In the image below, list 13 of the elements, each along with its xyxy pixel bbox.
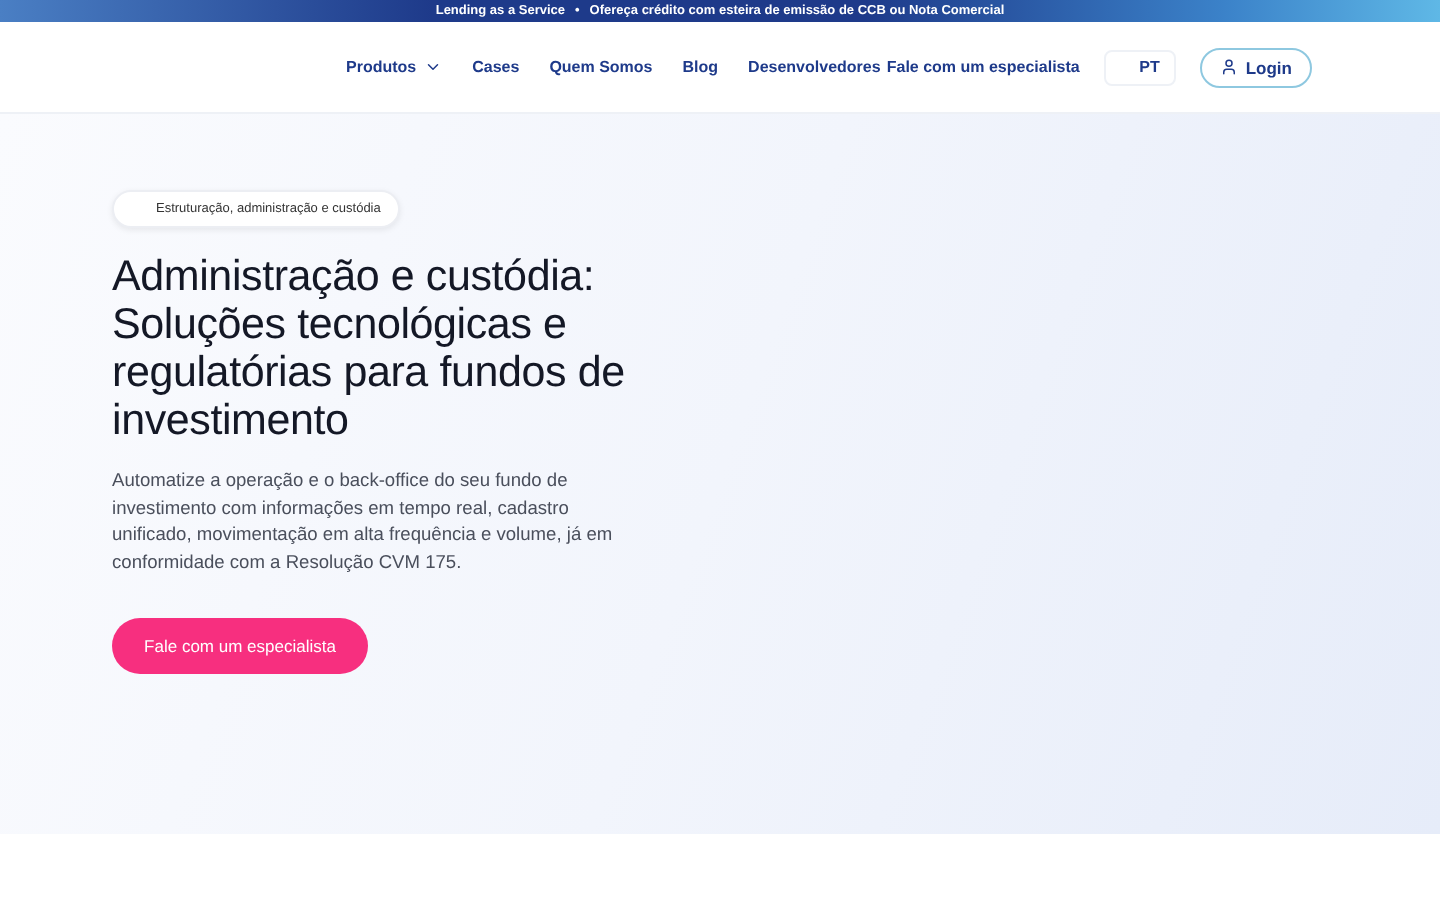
- nav-link[interactable]: Blog: [682, 58, 719, 76]
- contact-button[interactable]: Fale com um especialista: [112, 618, 368, 674]
- login-button[interactable]: Login: [1199, 47, 1312, 87]
- nav-link[interactable]: Desenvolvedores: [748, 58, 881, 76]
- nav-link[interactable]: Cases: [472, 58, 520, 76]
- hero-title: Administração e custódia: Soluções tecnológicas e regulatórias para fundos de investimento: [112, 252, 627, 444]
- nav-link[interactable]: Produtos: [346, 58, 443, 76]
- nav-link[interactable]: Quem Somos: [549, 58, 653, 76]
- user-icon: [1219, 58, 1238, 76]
- hero-description: Automatize a operação e o back-office do seu fundo de investimento com informações em tempo real, cadastro unificado, movimentação em alta frequência e volume, já em conformidade com a Resolução CVM 175.: [112, 468, 615, 576]
- language-button[interactable]: PT: [1103, 49, 1176, 85]
- contact-link[interactable]: Fale com um especialista: [886, 58, 1080, 76]
- chevron-down-icon: [424, 58, 443, 76]
